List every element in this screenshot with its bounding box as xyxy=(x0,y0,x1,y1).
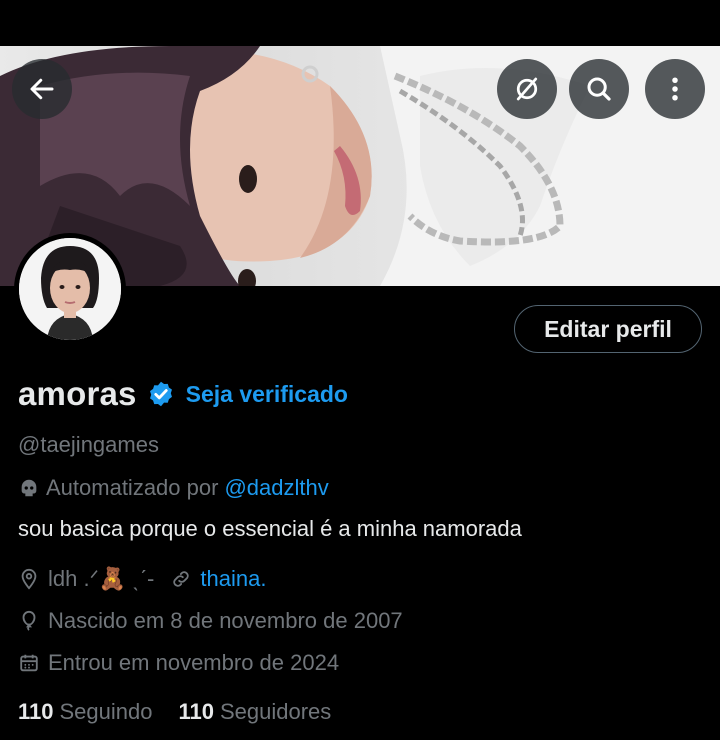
follow-stats-row: 110 Seguindo 110 Seguidores xyxy=(18,699,357,725)
location-text: ldh .ᐟ🧸 ˎˊ- xyxy=(48,566,155,591)
profile-bio: sou basica porque o essencial é a minha … xyxy=(18,516,522,541)
following-count: 110 xyxy=(18,699,54,724)
search-button[interactable] xyxy=(569,59,629,119)
get-verified-link[interactable]: Seja verificado xyxy=(186,381,348,408)
joined-row: Entrou em novembro de 2024 xyxy=(18,650,339,676)
website-link[interactable]: thaina. xyxy=(200,566,266,592)
profile-name-row: amoras Seja verificado xyxy=(18,372,348,416)
user-handle: @taejingames xyxy=(18,432,159,457)
followers-label: Seguidores xyxy=(219,699,332,724)
birthday-text: Nascido em 8 de novembro de 2007 xyxy=(48,608,403,633)
display-name: amoras xyxy=(18,375,137,412)
birthday-row: Nascido em 8 de novembro de 2007 xyxy=(18,608,403,634)
following-link[interactable]: 110 Seguindo xyxy=(18,699,152,725)
avatar-image xyxy=(19,238,121,340)
automated-label: Automatizado por @dadzlthv xyxy=(18,475,329,501)
automated-by-link[interactable]: @dadzlthv xyxy=(224,475,328,501)
calendar-icon xyxy=(20,654,38,672)
back-button[interactable] xyxy=(12,59,72,119)
link-icon xyxy=(173,571,190,587)
following-label: Seguindo xyxy=(59,699,153,724)
followers-count: 110 xyxy=(178,699,214,724)
joined-text: Entrou em novembro de 2024 xyxy=(48,650,340,675)
avatar[interactable] xyxy=(14,233,126,345)
more-vertical-icon xyxy=(672,77,678,101)
followers-link[interactable]: 110 Seguidores xyxy=(178,699,331,725)
location-pin-icon xyxy=(21,568,37,590)
more-button[interactable] xyxy=(645,59,705,119)
no-notifications-icon xyxy=(516,77,538,101)
verified-badge-icon[interactable] xyxy=(147,380,175,408)
notifications-toggle-button[interactable] xyxy=(497,59,557,119)
balloon-icon xyxy=(22,610,36,631)
edit-profile-button[interactable]: Editar perfil xyxy=(514,305,702,353)
status-bar-area xyxy=(0,0,720,46)
automated-prefix: Automatizado por xyxy=(46,475,219,500)
location-website-row: ldh .ᐟ🧸 ˎˊ- thaina. xyxy=(18,566,266,592)
search-icon xyxy=(587,77,611,101)
arrow-left-icon xyxy=(30,78,54,100)
bot-icon xyxy=(21,479,37,497)
